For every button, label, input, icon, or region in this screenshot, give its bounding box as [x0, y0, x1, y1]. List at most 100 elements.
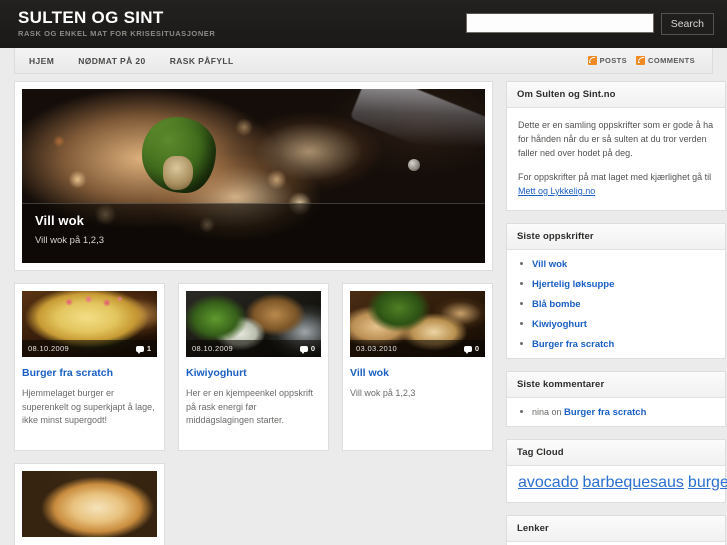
widget-recent-recipes: Siste oppskrifter Vill wok Hjertelig løk… [506, 223, 726, 359]
site-tagline: RASK OG ENKEL MAT FOR KRISESITUASJONER [18, 29, 216, 38]
widget-title-recent-comments: Siste kommentarer [507, 372, 725, 398]
widget-title-links: Lenker [507, 516, 725, 542]
comment-count-value: 0 [310, 344, 315, 353]
post-thumbnail[interactable] [22, 471, 157, 537]
post-thumbnail[interactable]: 08.10.2009 0 [186, 291, 321, 357]
about-paragraph-1: Dette er en samling oppskrifter som er g… [518, 120, 714, 158]
tag-burger[interactable]: burger [688, 474, 727, 491]
comment-bubble-icon [463, 345, 472, 354]
post-date: 08.10.2009 [192, 344, 234, 353]
recipe-link-bla-bombe[interactable]: Blå bombe [532, 299, 581, 310]
site-title: SULTEN OG SINT [18, 8, 164, 27]
post-date: 08.10.2009 [28, 344, 70, 353]
list-item[interactable]: Kiwiyoghurt [507, 314, 725, 334]
feed-link-comments[interactable]: COMMENTS [636, 56, 700, 65]
widget-links: Lenker Mett og Lykkelig.no [506, 515, 726, 545]
widget-recent-comments: Siste kommentarer nina on Burger fra scr… [506, 371, 726, 427]
thumbnail-meta-bar: 08.10.2009 0 [186, 340, 321, 357]
post-title: Burger fra scratch [22, 367, 157, 380]
list-item[interactable]: Hjertelig løksuppe [507, 274, 725, 294]
post-grid-next-row [14, 463, 493, 545]
post-excerpt: Hjemmelaget burger er superenkelt og sup… [22, 388, 155, 425]
list-item[interactable]: nina on Burger fra scratch [507, 402, 725, 422]
nav-menu: HJEM NØDMAT PÅ 20 RASK PÅFYLL [15, 49, 258, 73]
recipe-link-vill-wok[interactable]: Vill wok [532, 259, 567, 270]
about-external-link[interactable]: Mett og Lykkelig.no [518, 186, 595, 196]
post-title-link[interactable]: Kiwiyoghurt [186, 367, 247, 379]
recent-recipes-list: Vill wok Hjertelig løksuppe Blå bombe Ki… [507, 250, 725, 358]
recipe-link-hjertelig-loksuppe[interactable]: Hjertelig løksuppe [532, 279, 614, 290]
featured-post-title[interactable]: Vill wok [35, 213, 472, 229]
soup-photo [22, 471, 157, 537]
post-excerpt: Her er en kjempeenkel oppskrift på rask … [186, 388, 314, 425]
comment-author: nina [532, 406, 550, 417]
post-grid: 08.10.2009 1 Burger fra scratch Hjemmela… [14, 283, 493, 451]
widget-tag-cloud: Tag Cloud avocadobarbequesausburgerhambu… [506, 439, 727, 503]
post-title-link[interactable]: Burger fra scratch [22, 367, 113, 379]
page-container: Vill wok Vill wok på 1,2,3 08.10.2009 1 [0, 81, 727, 545]
sidebar: Om Sulten og Sint.no Dette er en samling… [506, 81, 727, 545]
nav-item-raskpafyll[interactable]: RASK PÅFYLL [170, 49, 258, 73]
nav-link-nodmat[interactable]: NØDMAT PÅ 20 [78, 49, 169, 73]
content-column: Vill wok Vill wok på 1,2,3 08.10.2009 1 [14, 81, 493, 545]
comment-bubble-icon [135, 345, 144, 354]
widget-title-recent-recipes: Siste oppskrifter [507, 224, 725, 250]
broccoli-shape [142, 116, 217, 193]
nav-link-raskpafyll[interactable]: RASK PÅFYLL [170, 49, 258, 73]
post-card[interactable] [14, 463, 165, 545]
search-input[interactable] [465, 13, 654, 33]
comment-connector: on [549, 406, 565, 417]
primary-navigation: HJEM NØDMAT PÅ 20 RASK PÅFYLL POSTS COMM… [14, 48, 713, 74]
post-thumbnail[interactable]: 03.03.2010 0 [350, 291, 485, 357]
navigation-wrapper: HJEM NØDMAT PÅ 20 RASK PÅFYLL POSTS COMM… [0, 48, 727, 81]
comment-count-value: 1 [146, 344, 151, 353]
nav-link-hjem[interactable]: HJEM [29, 49, 78, 73]
tag-barbequesaus[interactable]: barbequesaus [583, 474, 684, 491]
post-excerpt: Vill wok på 1,2,3 [350, 388, 416, 398]
rss-icon [636, 56, 646, 65]
site-branding[interactable]: SULTEN OG SINT RASK OG ENKEL MAT FOR KRI… [18, 8, 215, 39]
list-item[interactable]: Blå bombe [507, 294, 725, 314]
feed-label-comments: COMMENTS [648, 56, 695, 65]
post-title-link[interactable]: Vill wok [350, 367, 389, 379]
list-item[interactable]: Vill wok [507, 254, 725, 274]
widget-about: Om Sulten og Sint.no Dette er en samling… [506, 81, 726, 211]
search-form[interactable]: Search [465, 13, 714, 35]
rss-icon [587, 56, 597, 65]
post-card[interactable]: 03.03.2010 0 Vill wok Vill wok på 1,2,3 [342, 283, 493, 451]
thumbnail-meta-bar: 03.03.2010 0 [350, 340, 485, 357]
post-title: Vill wok [350, 367, 485, 380]
recipe-link-kiwiyoghurt[interactable]: Kiwiyoghurt [532, 319, 587, 330]
comment-count[interactable]: 1 [135, 344, 151, 354]
comment-count[interactable]: 0 [299, 344, 315, 354]
widget-body-about: Dette er en samling oppskrifter som er g… [507, 108, 725, 210]
post-card[interactable]: 08.10.2009 1 Burger fra scratch Hjemmela… [14, 283, 165, 451]
post-thumbnail[interactable]: 08.10.2009 1 [22, 291, 157, 357]
tag-cloud-body: avocadobarbequesausburgerhamburgerhonnin… [507, 466, 727, 502]
comment-count[interactable]: 0 [463, 344, 479, 354]
comment-post-link[interactable]: Burger fra scratch [564, 407, 646, 418]
nav-item-nodmat[interactable]: NØDMAT PÅ 20 [78, 49, 169, 73]
tag-avocado[interactable]: avocado [518, 474, 579, 491]
post-title: Kiwiyoghurt [186, 367, 321, 380]
widget-title-about: Om Sulten og Sint.no [507, 82, 725, 108]
search-button[interactable]: Search [660, 13, 714, 35]
pan-rivet [408, 158, 421, 171]
recent-comments-list: nina on Burger fra scratch [507, 398, 725, 426]
widget-title-tag-cloud: Tag Cloud [507, 440, 725, 466]
list-item[interactable]: Burger fra scratch [507, 334, 725, 354]
comment-bubble-icon [299, 345, 308, 354]
featured-caption-overlay: Vill wok Vill wok på 1,2,3 [22, 203, 485, 263]
featured-post-excerpt: Vill wok på 1,2,3 [35, 235, 105, 246]
post-card[interactable]: 08.10.2009 0 Kiwiyoghurt Her er en kjemp… [178, 283, 329, 451]
feed-label-posts: POSTS [599, 56, 628, 65]
comment-count-value: 0 [474, 344, 479, 353]
recipe-link-burger-fra-scratch[interactable]: Burger fra scratch [532, 339, 614, 350]
about-paragraph-2: For oppskrifter på mat laget med kjærlig… [518, 170, 714, 198]
site-header: SULTEN OG SINT RASK OG ENKEL MAT FOR KRI… [0, 0, 727, 48]
featured-post-card[interactable]: Vill wok Vill wok på 1,2,3 [14, 81, 493, 271]
featured-post-image[interactable]: Vill wok Vill wok på 1,2,3 [22, 89, 485, 263]
feed-link-posts[interactable]: POSTS [587, 56, 632, 65]
post-date: 03.03.2010 [356, 344, 398, 353]
nav-item-hjem[interactable]: HJEM [29, 49, 78, 73]
